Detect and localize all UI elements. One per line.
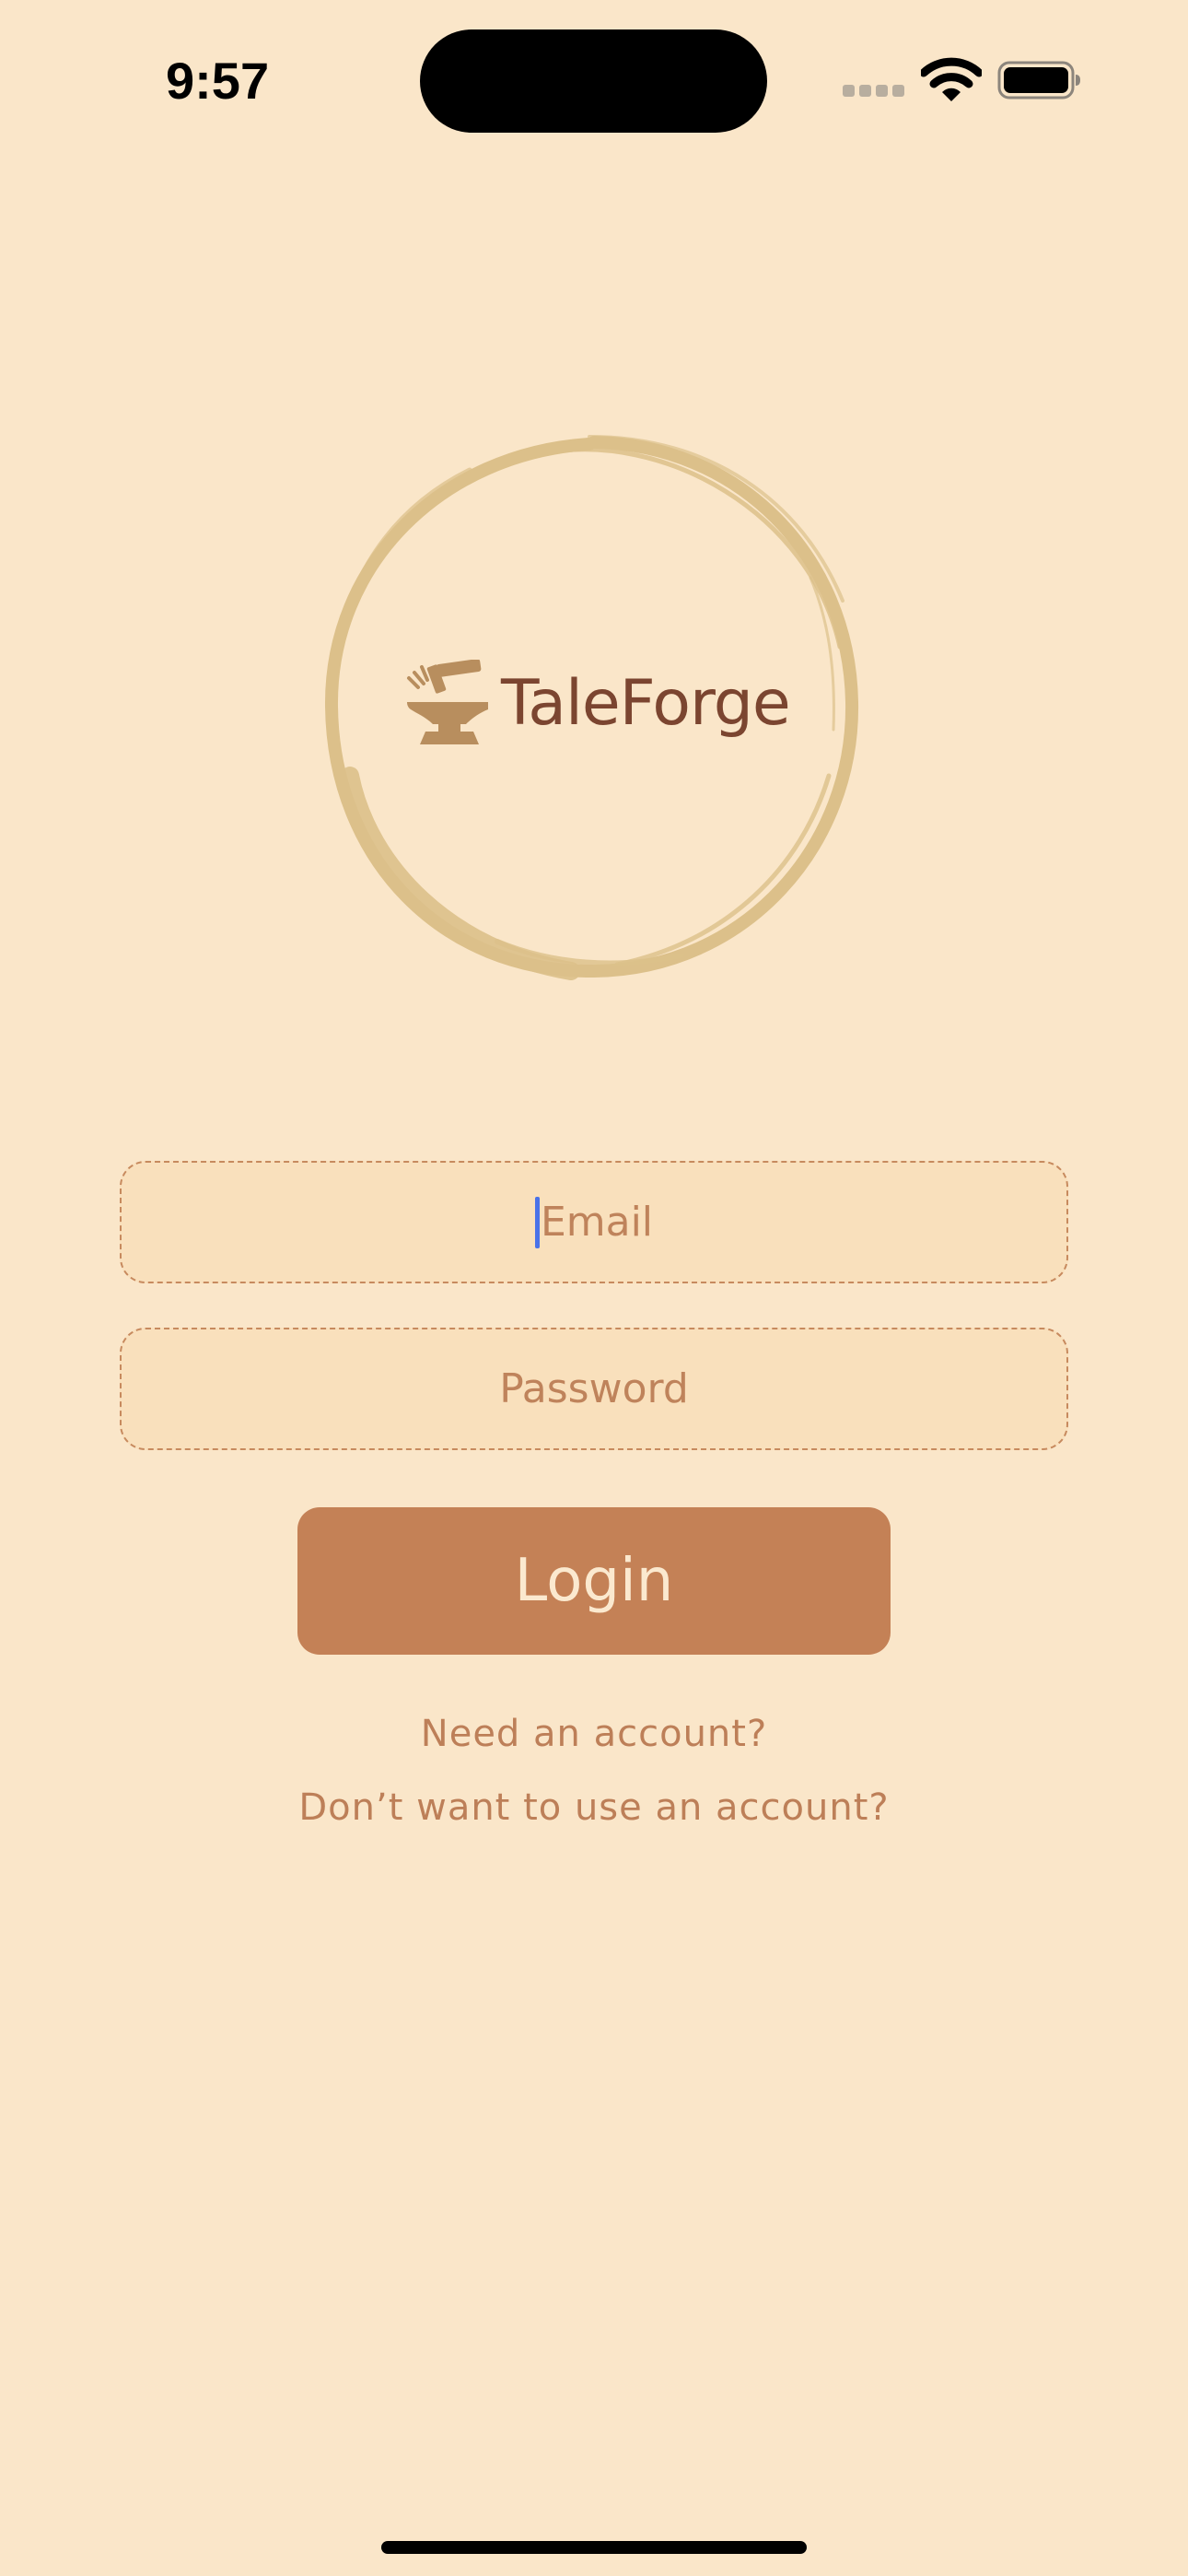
- email-field[interactable]: Email: [120, 1161, 1068, 1283]
- password-field[interactable]: Password: [120, 1328, 1068, 1450]
- status-bar: 9:57: [0, 0, 1188, 157]
- home-indicator[interactable]: [381, 2541, 807, 2554]
- text-caret: [534, 1196, 540, 1248]
- cellular-signal-icon: [843, 85, 905, 98]
- email-placeholder: Email: [540, 1198, 654, 1246]
- guest-link[interactable]: Don’t want to use an account?: [134, 1780, 1054, 1835]
- app-logo: TaleForge: [313, 426, 875, 988]
- brand-name: TaleForge: [501, 667, 791, 740]
- dynamic-island: [420, 29, 767, 133]
- status-time: 9:57: [166, 52, 270, 110]
- password-placeholder: Password: [499, 1364, 689, 1412]
- battery-icon: [997, 61, 1080, 100]
- signup-link[interactable]: Need an account?: [134, 1706, 1054, 1762]
- anvil-hammer-icon: [407, 660, 488, 744]
- wifi-icon: [921, 57, 982, 101]
- login-button[interactable]: Login: [297, 1507, 891, 1655]
